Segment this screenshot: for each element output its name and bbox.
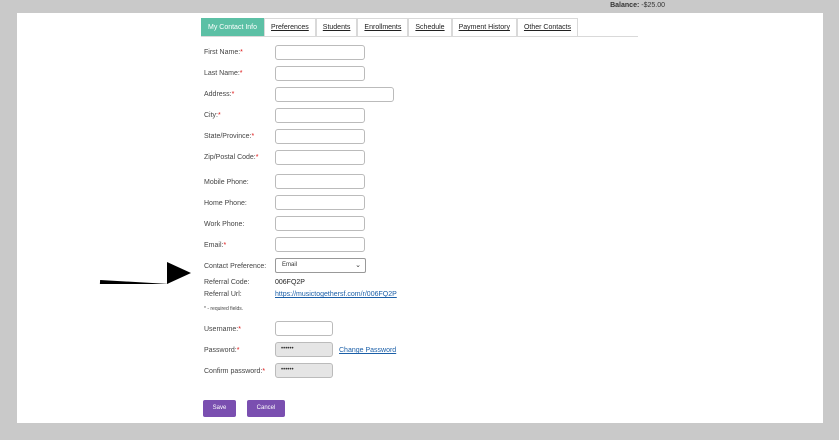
chevron-down-icon: ⌄: [355, 262, 361, 269]
work-phone-input[interactable]: [275, 216, 365, 231]
confirm-password-label: Confirm password:*: [204, 368, 266, 375]
tab-divider: [201, 36, 638, 37]
zip-input[interactable]: [275, 150, 365, 165]
state-label: State/Province:*: [204, 133, 255, 140]
address-input[interactable]: [275, 87, 394, 102]
contact-preference-select[interactable]: Email ⌄: [275, 258, 366, 273]
annotation-arrow-icon: [99, 262, 191, 284]
last-name-label: Last Name:*: [204, 70, 243, 77]
balance-label: Balance:: [610, 2, 640, 9]
zip-label: Zip/Postal Code:*: [204, 154, 259, 161]
save-button[interactable]: Save: [203, 400, 236, 417]
cancel-button[interactable]: Cancel: [247, 400, 285, 417]
tab-preferences[interactable]: Preferences: [264, 18, 316, 36]
home-phone-label: Home Phone:: [204, 200, 247, 207]
password-label: Password:*: [204, 347, 240, 354]
tab-my-contact-info[interactable]: My Contact Info: [201, 18, 265, 36]
tab-other-contacts[interactable]: Other Contacts: [516, 18, 579, 36]
contact-preference-value: Email: [282, 262, 298, 268]
change-password-link[interactable]: Change Password: [339, 347, 396, 354]
referral-code-label: Referral Code:: [204, 279, 250, 286]
confirm-password-input[interactable]: ••••••: [275, 363, 333, 378]
referral-url-link[interactable]: https://musictogethersf.com/r/006FQ2P: [275, 291, 397, 298]
address-label: Address:*: [204, 91, 235, 98]
password-input[interactable]: ••••••: [275, 342, 333, 357]
first-name-input[interactable]: [275, 45, 365, 60]
state-input[interactable]: [275, 129, 365, 144]
referral-url-label: Referral Url:: [204, 291, 242, 298]
bottom-bar: [0, 423, 839, 440]
required-note: * - required fields.: [204, 306, 244, 312]
balance: Balance: -$25.00: [610, 2, 665, 9]
balance-value: -$25.00: [641, 2, 665, 9]
work-phone-label: Work Phone:: [204, 221, 245, 228]
top-bar: Balance: -$25.00: [0, 0, 839, 13]
username-input[interactable]: [275, 321, 333, 336]
tab-enrollments[interactable]: Enrollments: [357, 18, 409, 36]
last-name-input[interactable]: [275, 66, 365, 81]
mobile-phone-label: Mobile Phone:: [204, 179, 249, 186]
mobile-phone-input[interactable]: [275, 174, 365, 189]
email-label: Email:*: [204, 242, 227, 249]
city-input[interactable]: [275, 108, 365, 123]
contact-preference-label: Contact Preference:: [204, 263, 267, 270]
tab-payment-history[interactable]: Payment History: [451, 18, 517, 36]
city-label: City:*: [204, 112, 221, 119]
referral-code-value: 006FQ2P: [275, 279, 305, 286]
first-name-label: First Name:*: [204, 49, 243, 56]
home-phone-input[interactable]: [275, 195, 365, 210]
email-input[interactable]: [275, 237, 365, 252]
tab-schedule[interactable]: Schedule: [408, 18, 452, 36]
username-label: Username:*: [204, 326, 241, 333]
tab-bar: My Contact Info Preferences Students Enr…: [201, 18, 579, 36]
tab-students[interactable]: Students: [315, 18, 358, 36]
main-panel: My Contact Info Preferences Students Enr…: [17, 13, 823, 423]
